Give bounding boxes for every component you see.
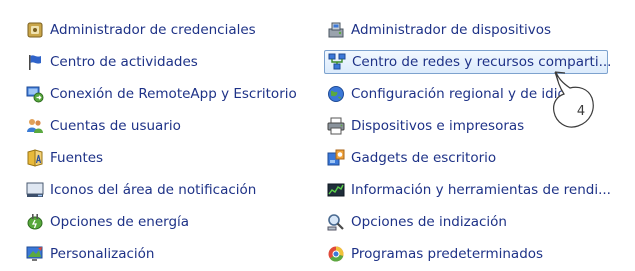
callout-number: 4 (576, 104, 586, 119)
item-action-center[interactable]: Centro de actividades (26, 46, 297, 78)
notification-area-icon (26, 181, 44, 199)
gadgets-icon (327, 149, 345, 167)
item-label: Iconos del área de notificación (50, 182, 257, 198)
item-label: Administrador de dispositivos (351, 22, 552, 38)
item-label: Programas predeterminados (351, 246, 544, 262)
item-credential-manager[interactable]: Administrador de credenciales (26, 14, 297, 46)
left-column: Administrador de credenciales Centro de … (26, 14, 297, 270)
item-label: Opciones de indización (351, 214, 507, 230)
item-performance-info[interactable]: Información y herramientas de rendi... (327, 174, 611, 206)
item-notification-icons[interactable]: Iconos del área de notificación (26, 174, 297, 206)
item-power-options[interactable]: Opciones de energía (26, 206, 297, 238)
right-column: Administrador de dispositivos Centro de … (324, 14, 612, 270)
users-icon (26, 117, 44, 135)
item-label: Centro de redes y recursos comparti... (352, 54, 612, 70)
item-label: Configuración regional y de idioma (351, 86, 588, 102)
item-label: Administrador de credenciales (50, 22, 256, 38)
item-label: Opciones de energía (50, 214, 190, 230)
power-options-icon (26, 213, 44, 231)
item-network-sharing-center[interactable]: Centro de redes y recursos comparti... (324, 50, 612, 74)
credential-manager-icon (26, 21, 44, 39)
flag-icon (26, 53, 44, 71)
item-label: Gadgets de escritorio (351, 150, 497, 166)
item-label: Conexión de RemoteApp y Escritorio (50, 86, 297, 102)
item-personalization[interactable]: Personalización (26, 238, 297, 270)
personalization-icon (26, 245, 44, 263)
region-language-icon (327, 85, 345, 103)
item-desktop-gadgets[interactable]: Gadgets de escritorio (327, 142, 611, 174)
item-label: Fuentes (50, 150, 104, 166)
performance-icon (327, 181, 345, 199)
item-indexing-options[interactable]: Opciones de indización (327, 206, 611, 238)
item-fonts[interactable]: Fuentes (26, 142, 297, 174)
item-region-language[interactable]: Configuración regional y de idioma (327, 78, 611, 110)
indexing-icon (327, 213, 345, 231)
item-remoteapp[interactable]: Conexión de RemoteApp y Escritorio (26, 78, 297, 110)
network-center-icon (328, 53, 346, 71)
item-devices-printers[interactable]: Dispositivos e impresoras (327, 110, 611, 142)
default-programs-icon (327, 245, 345, 263)
printer-icon (327, 117, 345, 135)
item-user-accounts[interactable]: Cuentas de usuario (26, 110, 297, 142)
item-default-programs[interactable]: Programas predeterminados (327, 238, 611, 270)
item-label: Dispositivos e impresoras (351, 118, 525, 134)
device-manager-icon (327, 21, 345, 39)
fonts-icon (26, 149, 44, 167)
item-label: Centro de actividades (50, 54, 198, 70)
item-label: Personalización (50, 246, 155, 262)
remote-desktop-icon (26, 85, 44, 103)
item-label: Cuentas de usuario (50, 118, 181, 134)
item-device-manager[interactable]: Administrador de dispositivos (327, 14, 611, 46)
item-label: Información y herramientas de rendi... (351, 182, 611, 198)
